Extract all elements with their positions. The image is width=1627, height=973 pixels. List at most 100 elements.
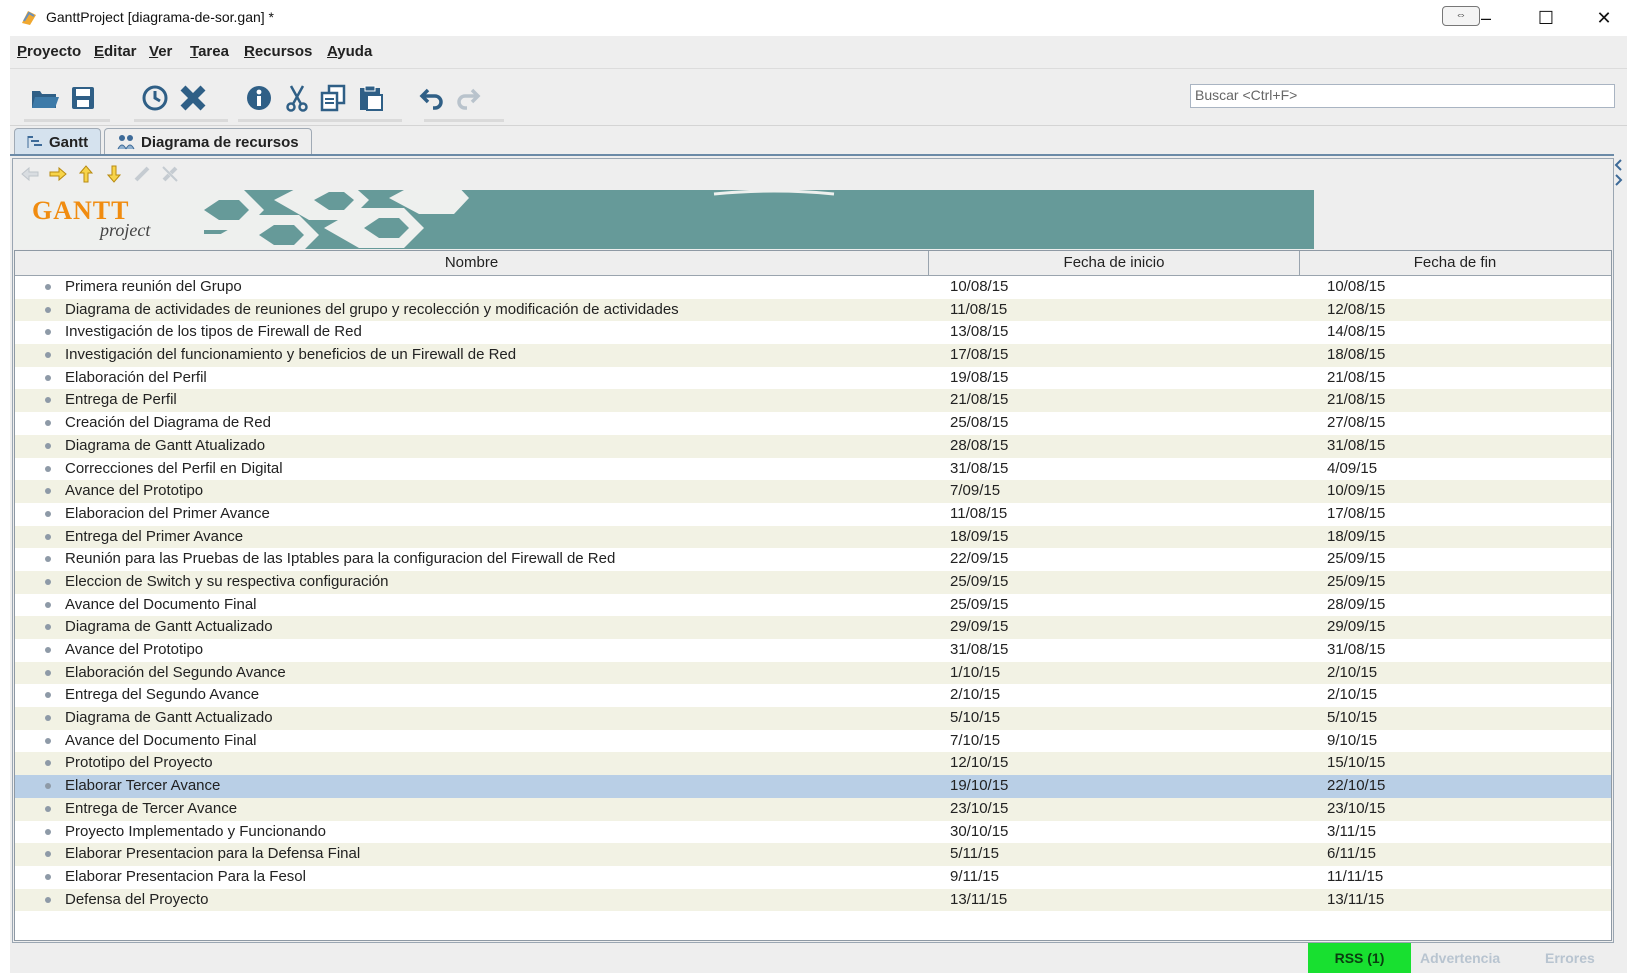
paste-icon[interactable] (354, 81, 388, 115)
start-date-cell: 11/08/15 (950, 504, 1008, 522)
column-header-nombre[interactable]: Nombre (15, 251, 929, 275)
start-date-cell: 1/10/15 (950, 663, 1001, 681)
task-name-cell: Eleccion de Switch y su respectiva confi… (65, 572, 389, 590)
start-date-cell: 21/08/15 (950, 391, 1009, 409)
menu-ver[interactable]: Ver (149, 43, 172, 60)
task-name-cell: Elaborar Presentacion para la Defensa Fi… (65, 845, 361, 863)
start-date-cell: 25/09/15 (950, 572, 1009, 590)
table-row[interactable]: Avance del Documento Final 7/10/15 9/10/15 (15, 729, 1611, 753)
table-row[interactable]: Eleccion de Switch y su respectiva confi… (15, 570, 1611, 594)
table-row[interactable]: Proyecto Implementado y Funcionando 30/10… (15, 820, 1611, 844)
open-folder-icon[interactable] (28, 81, 62, 115)
end-date-cell: 3/11/15 (1327, 822, 1376, 840)
end-date-cell: 5/10/15 (1327, 709, 1378, 727)
menu-ayuda[interactable]: Ayuda (327, 43, 372, 60)
task-bullet-icon (45, 510, 51, 517)
menu-recursos[interactable]: Recursos (244, 43, 312, 60)
table-row[interactable]: Investigación del funcionamiento y benef… (15, 344, 1611, 367)
menu-proyecto[interactable]: Proyecto (17, 43, 81, 60)
table-row[interactable]: Diagrama de actividades de reuniones del… (15, 298, 1611, 322)
task-bullet-icon (45, 284, 51, 290)
task-name-cell: Elaboración del Segundo Avance (65, 663, 286, 681)
end-date-cell: 15/10/15 (1327, 754, 1386, 772)
side-scroll-arrows[interactable] (1612, 158, 1625, 218)
warning-label[interactable]: Advertencia (1420, 943, 1500, 973)
arrow-right-icon[interactable] (46, 162, 70, 186)
task-name-cell: Primera reunión del Grupo (65, 278, 242, 295)
table-row[interactable]: Avance del Prototipo 31/08/15 31/08/15 (15, 639, 1611, 662)
search-field[interactable] (1190, 84, 1615, 108)
table-row[interactable]: Investigación de los tipos de Firewall d… (15, 321, 1611, 345)
menu-editar[interactable]: Editar (94, 43, 137, 60)
unlink-icon[interactable] (158, 162, 182, 186)
table-row[interactable]: Elaboración del Segundo Avance 1/10/15 2/1… (15, 661, 1611, 685)
table-row[interactable]: Diagrama de Gantt Actualizado 29/09/15 29/… (15, 616, 1611, 639)
table-row[interactable]: Elaboracion del Primer Avance 11/08/15 17/… (15, 502, 1611, 526)
table-row[interactable]: Entrega del Segundo Avance 2/10/15 2/10/15 (15, 684, 1611, 708)
task-name-cell: Diagrama de actividades de reuniones del… (65, 300, 679, 318)
maximize-button[interactable]: ☐ (1526, 4, 1566, 32)
resources-tab-icon (117, 135, 135, 150)
menu-tarea[interactable]: Tarea (190, 43, 229, 60)
link-icon[interactable] (130, 162, 154, 186)
start-date-cell: 7/09/15 (950, 482, 1001, 500)
save-icon[interactable] (66, 81, 100, 115)
table-row[interactable]: Prototipo del Proyecto 12/10/15 15/10/15 (15, 752, 1611, 776)
start-date-cell: 12/10/15 (950, 754, 1009, 772)
table-row[interactable]: Elaboración del Perfil 19/08/15 21/08/15 (15, 366, 1611, 390)
task-bullet-icon (45, 715, 51, 722)
tab-diagrama-recursos[interactable]: Diagrama de recursos (104, 128, 312, 155)
table-row[interactable]: Reunión para las Pruebas de las Iptables… (15, 548, 1611, 571)
start-date-cell: 31/08/15 (950, 459, 1009, 477)
close-button[interactable]: ✕ (1584, 4, 1624, 32)
task-bullet-icon (45, 805, 51, 812)
table-row[interactable]: Primera reunión del Grupo 10/08/15 10/08/1… (15, 276, 1611, 299)
table-row[interactable]: Entrega de Perfil 21/08/15 21/08/15 (15, 389, 1611, 413)
redo-icon[interactable] (450, 81, 484, 115)
task-bullet-icon (45, 442, 51, 449)
table-row[interactable]: Correcciones del Perfil en Digital 31/08/… (15, 457, 1611, 481)
table-row[interactable]: Avance del Prototipo 7/09/15 10/09/15 (15, 480, 1611, 503)
search-input[interactable] (1191, 85, 1614, 105)
arrow-up-icon[interactable] (74, 162, 98, 186)
table-row[interactable]: Entrega del Primer Avance 18/09/15 18/09/1… (15, 525, 1611, 549)
table-row[interactable]: Diagrama de Gantt Actualizado 5/10/15 5/10… (15, 707, 1611, 730)
clock-icon[interactable] (138, 81, 172, 115)
delete-x-icon[interactable] (176, 81, 210, 115)
table-row[interactable]: Defensa del Proyecto 13/11/15 13/11/15 (15, 888, 1611, 912)
tab-gantt[interactable]: Gantt (14, 128, 102, 155)
info-icon[interactable] (242, 81, 276, 115)
end-date-cell: 4/09/15 (1327, 459, 1378, 477)
table-row[interactable]: Avance del Documento Final 25/09/15 28/09/… (15, 593, 1611, 617)
task-bullet-icon (45, 488, 51, 495)
table-row[interactable]: Diagrama de Gantt Atualizado 28/08/15 31/0… (15, 434, 1611, 458)
table-row[interactable]: Elaborar Presentacion Para la Fesol 9/11/… (15, 865, 1611, 889)
table-row[interactable]: Elaborar Presentacion para la Defensa Fi… (15, 843, 1611, 866)
toolbar-group-divider (24, 119, 110, 122)
table-row[interactable]: Elaborar Tercer Avance 19/10/15 22/10/15 (15, 775, 1611, 798)
column-header-fecha-fin[interactable]: Fecha de fin (1300, 251, 1610, 275)
toolbar-group-divider (424, 119, 504, 122)
start-date-cell: 28/08/15 (950, 436, 1009, 454)
arrow-left-icon[interactable] (18, 162, 42, 186)
arrow-down-icon[interactable] (102, 162, 126, 186)
rss-badge[interactable]: RSS (1) (1308, 943, 1411, 973)
table-row[interactable]: Entrega de Tercer Avance 23/10/15 23/10/15 (15, 797, 1611, 821)
copy-icon[interactable] (316, 81, 350, 115)
minimize-button[interactable]: – (1466, 4, 1506, 32)
task-bullet-icon (45, 465, 51, 472)
end-date-cell: 10/09/15 (1327, 482, 1386, 500)
start-date-cell: 19/08/15 (950, 368, 1009, 386)
undo-icon[interactable] (416, 81, 450, 115)
cut-icon[interactable] (280, 81, 314, 115)
end-date-cell: 14/08/15 (1327, 323, 1386, 341)
task-name-cell: Investigación del funcionamiento y benef… (65, 346, 517, 364)
task-bullet-icon (45, 533, 51, 540)
task-bullet-icon (45, 647, 51, 653)
errors-label[interactable]: Errores (1545, 943, 1595, 973)
task-bullet-icon (45, 783, 51, 790)
table-row[interactable]: Creación del Diagrama de Red 25/08/15 27/0… (15, 412, 1611, 435)
task-bullet-icon (45, 873, 51, 880)
column-header-fecha-inicio[interactable]: Fecha de inicio (929, 251, 1300, 275)
logo-project-text: project (100, 220, 151, 240)
